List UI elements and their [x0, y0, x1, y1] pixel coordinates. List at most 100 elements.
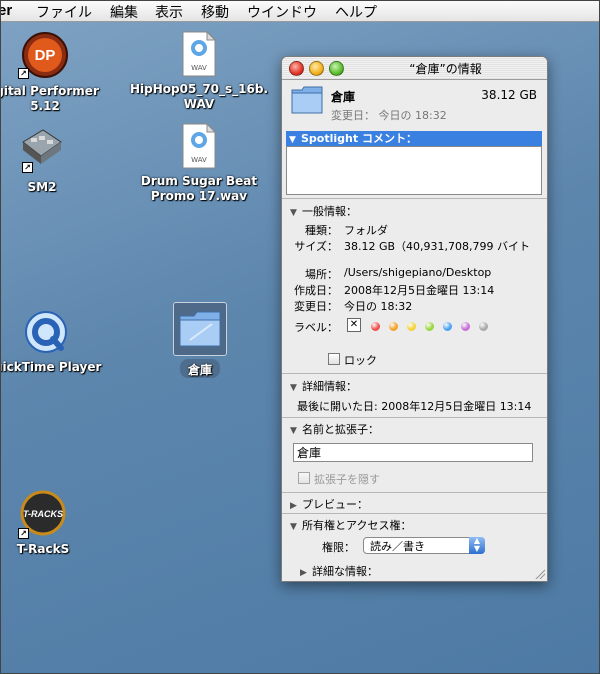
- wav-file-icon: WAV: [182, 122, 217, 169]
- alias-arrow-icon: ↗: [18, 68, 29, 79]
- item-name: 倉庫: [331, 90, 356, 104]
- label-red-dot[interactable]: [371, 322, 380, 331]
- spotlight-comments-header[interactable]: ▼ Spotlight コメント：: [286, 131, 542, 146]
- preview-section-header[interactable]: ▶ プレビュー：: [290, 496, 368, 512]
- folder-label-highlight: 倉庫: [179, 359, 220, 378]
- desktop-item-hiphop-wav[interactable]: WAV HipHop05_70_s_16b. WAV: [130, 30, 268, 112]
- created-label: 作成日：: [294, 284, 338, 297]
- desktop-item-drum-sugar-wav[interactable]: WAV Drum Sugar Beat Promo 17.wav: [135, 122, 263, 204]
- menu-view[interactable]: 表示: [155, 2, 183, 22]
- desktop-item-label: Promo 17.wav: [150, 189, 248, 203]
- modified-label: 変更日：: [294, 300, 338, 313]
- where-value: /Users/shigepiano/Desktop: [344, 266, 492, 279]
- ownership-header-label: 所有権とアクセス権：: [302, 519, 412, 532]
- resize-grip-icon[interactable]: [535, 569, 545, 579]
- permission-label: 権限：: [322, 541, 355, 554]
- spotlight-header-label: Spotlight コメント：: [301, 132, 417, 145]
- desktop-item-label: WAV: [183, 97, 215, 111]
- dp-badge-text: DP: [35, 47, 56, 64]
- details-label: 詳細な情報：: [312, 565, 378, 578]
- spotlight-comments-field[interactable]: [286, 146, 542, 195]
- wav-badge-text: WAV: [191, 156, 207, 164]
- wav-badge-text: WAV: [191, 64, 207, 72]
- menu-bar: er ファイル 編集 表示 移動 ウインドウ ヘルプ: [0, 0, 600, 22]
- window-titlebar[interactable]: “倉庫”の情報: [282, 57, 547, 80]
- wav-file-icon: WAV: [182, 30, 217, 77]
- lock-label: ロック: [344, 354, 377, 367]
- desktop-item-label: uickTime Player: [0, 360, 102, 374]
- divider: [282, 513, 547, 514]
- label-label: ラベル：: [294, 321, 338, 334]
- divider: [282, 417, 547, 418]
- kind-label: 種類：: [305, 224, 338, 237]
- lock-checkbox[interactable]: [328, 353, 340, 365]
- alias-arrow-icon: ↗: [22, 162, 33, 173]
- desktop-item-label: T-RackS: [16, 542, 70, 556]
- disclosure-open-icon: ▼: [290, 208, 297, 218]
- info-window: “倉庫”の情報 倉庫 38.12 GB 変更日： 今日の 18:32 ▼ Spot…: [281, 56, 548, 582]
- label-green-dot[interactable]: [425, 322, 434, 331]
- label-yellow-dot[interactable]: [407, 322, 416, 331]
- desktop-item-label: 5.12: [30, 99, 60, 113]
- permission-select[interactable]: 読み／書き ▲ ▼: [363, 537, 485, 554]
- zoom-button[interactable]: [329, 61, 344, 76]
- label-orange-dot[interactable]: [389, 322, 398, 331]
- disclosure-open-icon: ▼: [290, 522, 297, 532]
- name-input[interactable]: 倉庫: [293, 443, 533, 462]
- created-value: 2008年12月5日金曜日 13:14: [344, 284, 495, 297]
- disclosure-open-icon: ▼: [290, 426, 297, 436]
- menu-go[interactable]: 移動: [201, 2, 229, 22]
- folder-icon: [179, 311, 221, 347]
- general-section-header[interactable]: ▼ 一般情報：: [290, 203, 357, 219]
- preview-header-label: プレビュー：: [302, 498, 368, 511]
- disclosure-closed-icon: ▶: [300, 568, 307, 578]
- size-label: サイズ：: [294, 240, 338, 253]
- label-purple-dot[interactable]: [461, 322, 470, 331]
- quicktime-icon: [25, 311, 67, 353]
- desktop-item-label: 倉庫: [187, 363, 212, 377]
- updown-arrows-icon: ▲ ▼: [469, 537, 485, 554]
- menu-file[interactable]: ファイル: [36, 2, 92, 22]
- details-disclosure[interactable]: ▶ 詳細な情報：: [300, 563, 378, 579]
- menu-app-name[interactable]: er: [0, 2, 12, 19]
- disclosure-closed-icon: ▶: [290, 501, 297, 511]
- modified-value: 今日の 18:32: [344, 300, 413, 313]
- where-label: 場所：: [305, 268, 338, 281]
- item-modified-summary: 変更日： 今日の 18:32: [331, 109, 447, 122]
- size-value: 38.12 GB（40,931,708,799 バイト: [344, 240, 531, 253]
- desktop-item-folder-selected[interactable]: 倉庫: [168, 302, 232, 378]
- name-ext-header-label: 名前と拡張子：: [302, 423, 379, 436]
- desktop-item-digital-performer[interactable]: DP ↗ igital Performer 5.12: [0, 30, 100, 114]
- close-button[interactable]: [289, 61, 304, 76]
- divider: [282, 492, 547, 493]
- minimize-button[interactable]: [309, 61, 324, 76]
- t-racks-badge-text: T-RACKS: [23, 509, 63, 519]
- menu-edit[interactable]: 編集: [110, 2, 138, 22]
- folder-icon: [291, 86, 323, 114]
- hide-extension-label: 拡張子を隠す: [314, 473, 380, 486]
- alias-arrow-icon: ↗: [18, 528, 29, 539]
- label-gray-dot[interactable]: [479, 322, 488, 331]
- more-info-section-header[interactable]: ▼ 詳細情報：: [290, 378, 357, 394]
- last-opened-value: 最後に開いた日: 2008年12月5日金曜日 13:14: [297, 400, 532, 413]
- general-header-label: 一般情報：: [302, 205, 357, 218]
- menu-help[interactable]: ヘルプ: [335, 2, 377, 22]
- permission-value: 読み／書き: [370, 540, 425, 553]
- desktop-item-label: Drum Sugar Beat: [140, 174, 258, 188]
- label-none-button[interactable]: ✕: [347, 318, 361, 332]
- window-title: “倉庫”の情報: [409, 62, 482, 76]
- divider: [282, 373, 547, 374]
- ownership-section-header[interactable]: ▼ 所有権とアクセス権：: [290, 517, 411, 533]
- desktop-item-t-racks[interactable]: T-RACKS ↗ T-RackS: [8, 490, 78, 557]
- divider: [282, 198, 547, 199]
- desktop-item-label: HipHop05_70_s_16b.: [130, 82, 269, 96]
- menu-window[interactable]: ウインドウ: [247, 2, 317, 22]
- desktop-item-quicktime[interactable]: uickTime Player: [0, 310, 102, 375]
- name-ext-section-header[interactable]: ▼ 名前と拡張子：: [290, 421, 379, 437]
- desktop-item-label: SM2: [27, 180, 57, 194]
- hide-extension-checkbox[interactable]: [298, 472, 310, 484]
- more-info-header-label: 詳細情報：: [302, 380, 357, 393]
- label-blue-dot[interactable]: [443, 322, 452, 331]
- desktop-item-sm2[interactable]: ↗ SM2: [10, 124, 74, 195]
- disclosure-open-icon: ▼: [290, 383, 297, 393]
